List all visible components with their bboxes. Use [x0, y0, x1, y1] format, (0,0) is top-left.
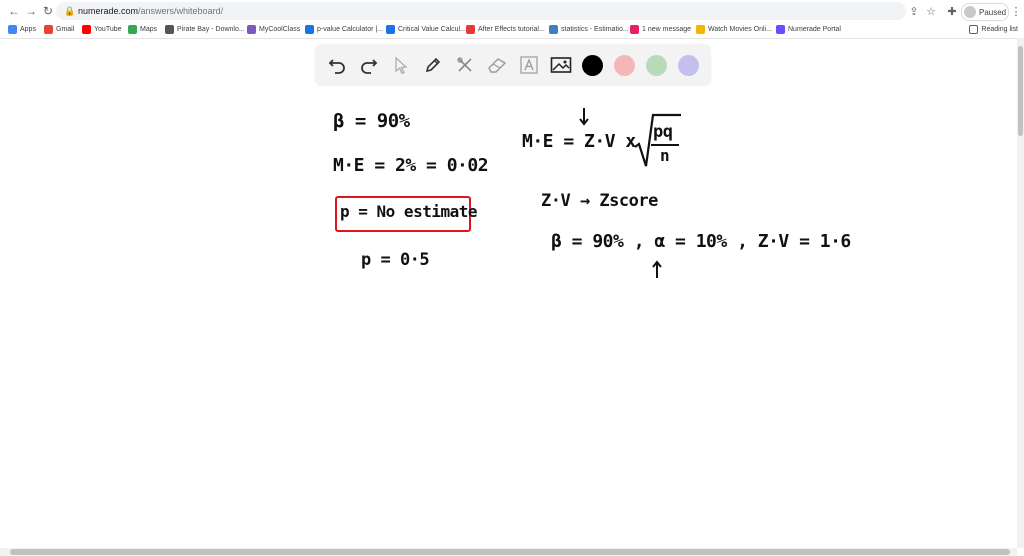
bookmark-item[interactable]: statistics - Estimatio... [549, 23, 629, 35]
bookmark-icon [305, 24, 314, 34]
extensions-icon[interactable]: ✚ [944, 3, 960, 19]
bookmark-label: YouTube [94, 25, 122, 33]
star-icon[interactable]: ☆ [923, 3, 939, 19]
p-estimate-note: p = No estimate [340, 202, 478, 221]
bookmark-item[interactable]: After Effects tutorial... [466, 23, 545, 35]
avatar [964, 6, 976, 18]
reading-list[interactable]: Reading list [969, 23, 1018, 35]
bookmark-icon [8, 24, 17, 34]
bookmarks-bar: Reading list Apps Gmail YouTube Maps Pirate … [0, 22, 1024, 36]
reading-list-label: Reading list [981, 25, 1018, 33]
critical-value-line: β = 90% , α = 10% , Z·V = 1·6 [551, 231, 851, 252]
bookmark-icon [44, 24, 53, 34]
bookmark-label: Critical Value Calcul... [398, 25, 466, 33]
sqrt-sign [633, 111, 683, 174]
bookmark-item[interactable]: Pirate Bay - Downlo... [165, 23, 245, 35]
bookmark-item[interactable]: Numerade Portal [776, 23, 841, 35]
whiteboard-canvas[interactable]: β = 90% M·E = 2% = 0·02 p = No estimate … [0, 38, 1017, 548]
back-icon[interactable]: ← [6, 3, 22, 19]
bookmark-item[interactable]: Maps [128, 23, 157, 35]
bookmark-icon [247, 24, 256, 34]
formula-denominator: n [660, 146, 670, 165]
bookmark-label: Watch Movies Onli... [708, 25, 772, 33]
profile-label: Paused [979, 7, 1007, 17]
lock-icon: 🔒 [64, 5, 76, 16]
bookmark-icon [466, 24, 475, 34]
bookmark-label: p-value Calculator |... [317, 25, 384, 33]
reload-icon[interactable]: ↻ [40, 3, 56, 19]
confidence-level: β = 90% [333, 110, 410, 132]
bookmark-label: 1 new message [642, 25, 692, 33]
scroll-thumb-h[interactable] [10, 549, 1010, 555]
bookmark-item[interactable]: Apps [8, 23, 36, 35]
bookmark-item[interactable]: Watch Movies Onli... [696, 23, 772, 35]
bookmark-item[interactable]: YouTube [82, 23, 122, 35]
reading-list-icon [969, 24, 979, 34]
url-path: /answers/whiteboard/ [138, 6, 224, 16]
bookmark-label: Pirate Bay - Downlo... [177, 25, 245, 33]
bookmark-label: After Effects tutorial... [478, 25, 545, 33]
bookmark-label: Numerade Portal [788, 25, 841, 33]
bookmark-item[interactable]: Gmail [44, 23, 74, 35]
scroll-thumb[interactable] [1018, 46, 1023, 136]
address-bar[interactable]: 🔒 numerade.com/answers/whiteboard/ [56, 2, 906, 20]
bookmark-label: statistics - Estimatio... [561, 25, 629, 33]
url-host: numerade.com [78, 6, 139, 16]
bookmark-item[interactable]: 1 new message [630, 23, 691, 35]
browser-chrome: ← → ↻ 🔒 numerade.com/answers/whiteboard/… [0, 0, 1024, 39]
margin-formula-lhs: M·E = Z·V x [522, 131, 636, 152]
bookmark-icon [549, 24, 558, 34]
up-arrow-mark [650, 258, 664, 285]
bookmark-icon [630, 24, 639, 34]
bookmark-icon [128, 24, 137, 34]
bookmark-icon [776, 24, 785, 34]
profile-button[interactable]: Paused [961, 3, 1009, 21]
formula-numerator: pq [653, 122, 673, 142]
bookmark-item[interactable]: MyCoolClass [247, 23, 300, 35]
bookmark-item[interactable]: Critical Value Calcul... [386, 23, 466, 35]
bookmark-icon [165, 24, 174, 34]
forward-icon[interactable]: → [23, 3, 39, 19]
bookmark-icon [386, 24, 395, 34]
share-icon[interactable]: ⇪ [906, 3, 922, 19]
margin-of-error: M·E = 2% = 0·02 [333, 155, 489, 176]
horizontal-scrollbar[interactable] [0, 548, 1017, 556]
bookmark-label: MyCoolClass [259, 25, 301, 33]
bookmark-item[interactable]: p-value Calculator |... [305, 23, 383, 35]
zscore-note: Z·V → Zscore [541, 191, 658, 211]
menu-icon[interactable]: ⋮ [1008, 3, 1024, 19]
address-row: ← → ↻ 🔒 numerade.com/answers/whiteboard/… [0, 0, 1024, 22]
vertical-scrollbar[interactable] [1017, 38, 1024, 548]
bookmark-label: Apps [20, 25, 36, 33]
bookmark-icon [82, 24, 91, 34]
bookmark-label: Maps [140, 25, 158, 33]
p-value: p = 0·5 [361, 250, 430, 270]
bookmark-label: Gmail [56, 25, 75, 33]
bookmark-icon [696, 24, 705, 34]
